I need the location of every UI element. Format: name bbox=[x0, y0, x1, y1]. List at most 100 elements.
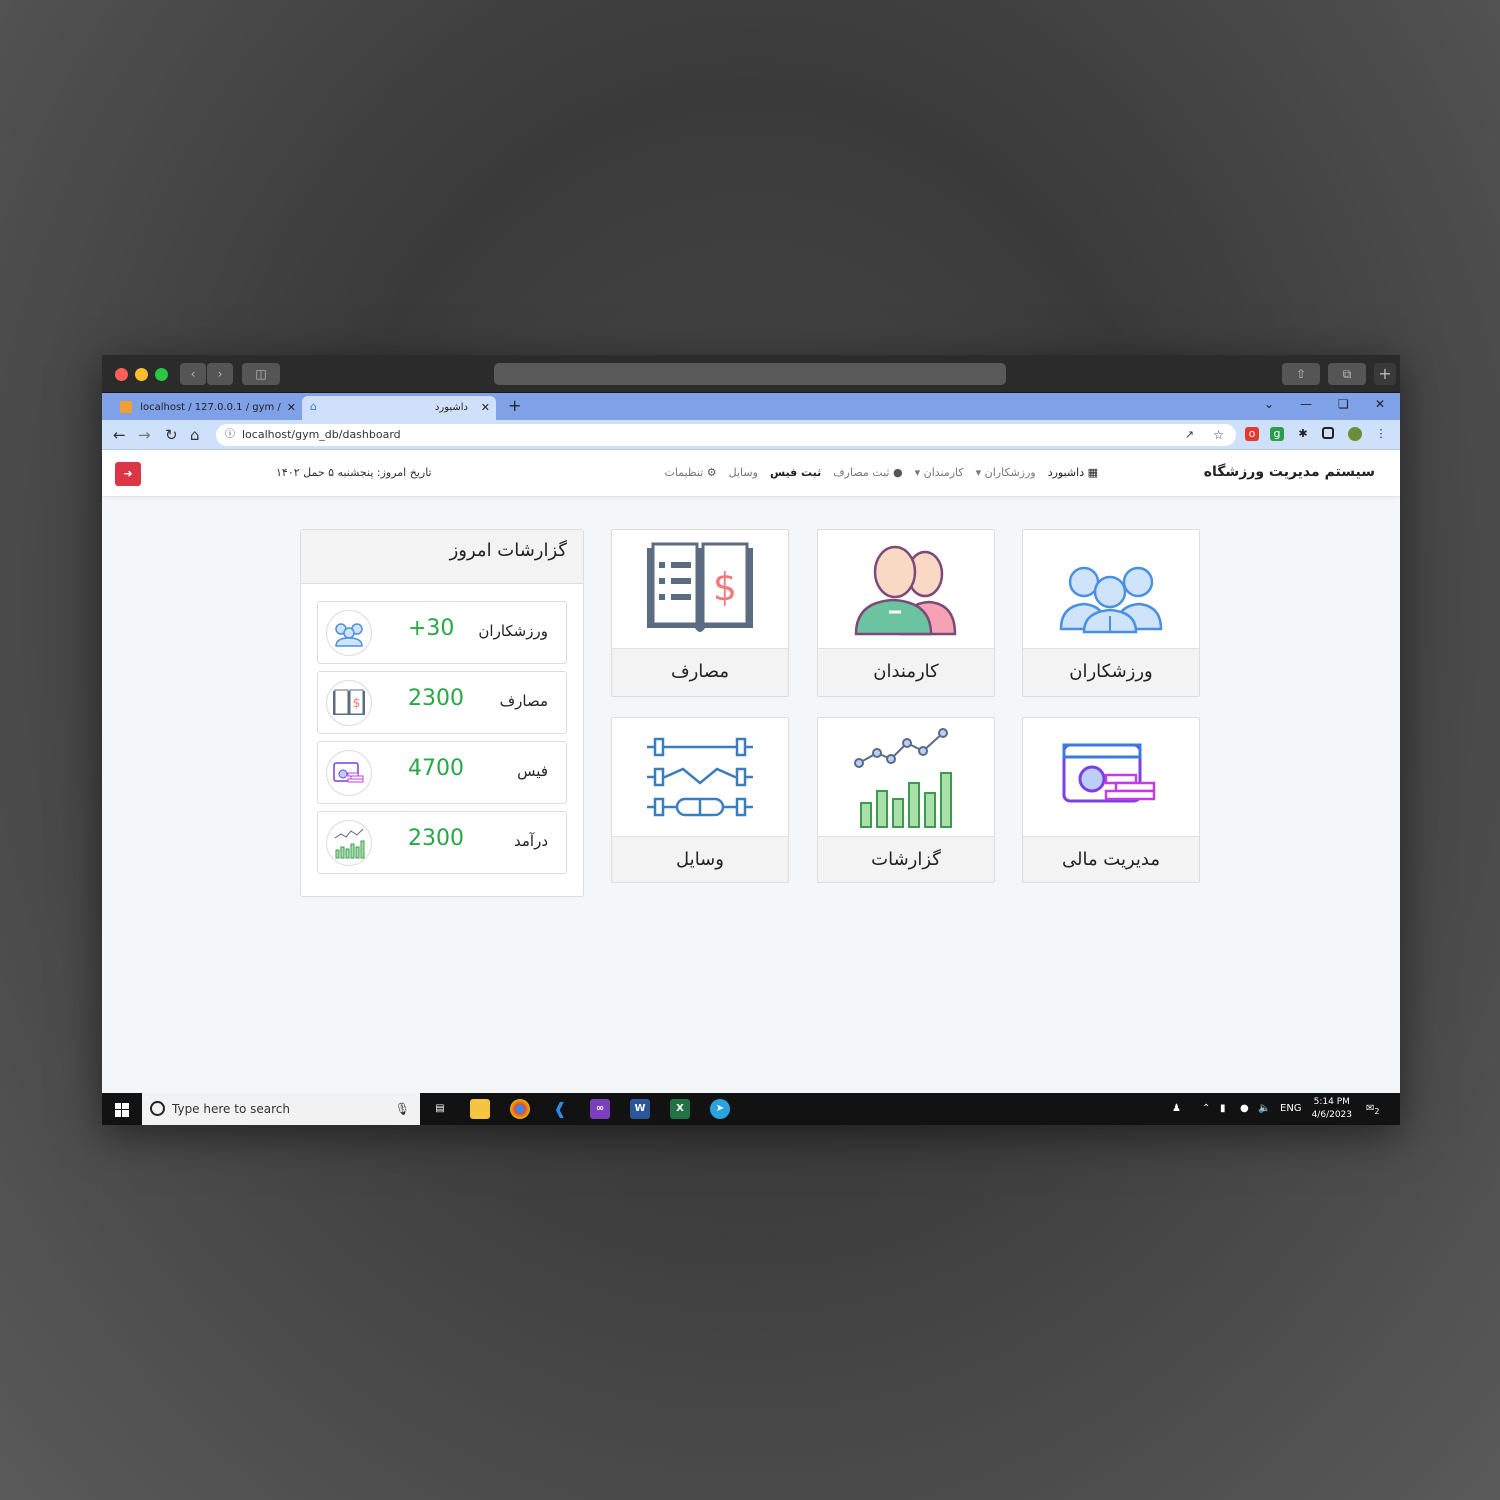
file-explorer-icon[interactable] bbox=[470, 1099, 490, 1119]
nav-expenses[interactable]: ● ثبت مصارف bbox=[833, 466, 902, 479]
word-icon[interactable]: W bbox=[630, 1099, 650, 1119]
back-arrow-icon[interactable]: ← bbox=[113, 426, 126, 444]
mac-address-bar[interactable] bbox=[494, 363, 1006, 385]
nav-employees[interactable]: کارمندان ▾ bbox=[915, 466, 964, 479]
athletes-group-icon bbox=[1023, 530, 1199, 649]
nav-settings-label: تنظیمات bbox=[664, 466, 704, 479]
site-info-icon[interactable]: ⓘ bbox=[225, 424, 235, 446]
profile-avatar[interactable] bbox=[1348, 427, 1362, 441]
finance-money-icon bbox=[1023, 718, 1199, 837]
tabs-overview-icon[interactable]: ⧉ bbox=[1328, 363, 1366, 385]
close-tab-icon[interactable]: ✕ bbox=[287, 396, 296, 420]
url-text: localhost/gym_db/dashboard bbox=[242, 428, 401, 441]
visual-studio-icon[interactable]: ∞ bbox=[590, 1099, 610, 1119]
search-placeholder: Type here to search bbox=[172, 1102, 290, 1116]
zoom-window-button[interactable] bbox=[155, 368, 168, 381]
report-title: گزارشات امروز bbox=[301, 530, 583, 584]
reload-icon[interactable]: ↻ bbox=[165, 426, 178, 444]
tab-search-icon[interactable]: ⌄ bbox=[1264, 397, 1274, 411]
report-row-value: +30 bbox=[408, 616, 455, 641]
tab-dashboard[interactable]: ⌂ داشبورد ✕ bbox=[302, 396, 496, 420]
side-panel-icon[interactable] bbox=[1322, 427, 1334, 439]
restore-icon[interactable]: ❏ bbox=[1338, 397, 1349, 411]
forward-arrow-icon[interactable]: → bbox=[138, 426, 151, 444]
extension-o-icon[interactable]: o bbox=[1245, 427, 1259, 441]
card-reports[interactable]: گزارشات bbox=[817, 717, 995, 883]
nav-settings[interactable]: ⚙ تنظیمات bbox=[664, 466, 716, 479]
employees-icon bbox=[818, 530, 994, 649]
report-row-label: درآمد bbox=[514, 832, 548, 850]
back-icon[interactable]: ‹ bbox=[180, 363, 206, 385]
card-equipment[interactable]: وسایل bbox=[611, 717, 789, 883]
vscode-icon[interactable]: ❰ bbox=[550, 1099, 570, 1119]
chevron-up-icon[interactable]: ⌃ bbox=[1202, 1093, 1210, 1125]
address-bar: ← → ↻ ⌂ ⓘ localhost/gym_db/dashboard ↗ ☆… bbox=[102, 420, 1400, 450]
card-finance-label: مدیریت مالی bbox=[1023, 837, 1199, 882]
caret-down-icon: ▾ bbox=[914, 466, 921, 479]
nav-athletes[interactable]: ورزشکاران ▾ bbox=[976, 466, 1036, 479]
nav-employees-label: کارمندان bbox=[923, 466, 964, 479]
telegram-icon[interactable]: ➤ bbox=[710, 1099, 730, 1119]
finance-money-icon bbox=[326, 750, 372, 796]
card-employees[interactable]: کارمندان bbox=[817, 529, 995, 697]
nav-dashboard[interactable]: ▦ داشبورد bbox=[1048, 466, 1098, 479]
extensions-puzzle-icon[interactable]: ✱ bbox=[1296, 427, 1310, 441]
close-icon[interactable]: ✕ bbox=[1375, 397, 1385, 411]
phpmyadmin-icon bbox=[120, 401, 132, 413]
extension-g-icon[interactable]: g bbox=[1270, 427, 1284, 441]
tab-phpmyadmin[interactable]: localhost / 127.0.0.1 / gym / use: ✕ bbox=[112, 396, 302, 437]
card-finance[interactable]: مدیریت مالی bbox=[1022, 717, 1200, 883]
report-row-expenses: مصارف 2300 $ bbox=[317, 671, 567, 734]
today-report-panel: گزارشات امروز ورزشکاران +30 مصارف 2300 $… bbox=[300, 529, 584, 897]
brand-title[interactable]: سیستم مدیریت ورزشگاه bbox=[1204, 464, 1375, 480]
excel-icon[interactable]: X bbox=[670, 1099, 690, 1119]
report-row-label: مصارف bbox=[499, 692, 548, 710]
people-icon[interactable]: ♟ bbox=[1172, 1093, 1181, 1125]
cortana-icon bbox=[150, 1101, 165, 1116]
gear-icon: ⚙ bbox=[706, 466, 717, 479]
taskbar-clock[interactable]: 5:14 PM 4/6/2023 bbox=[1312, 1096, 1352, 1122]
new-tab-button[interactable]: + bbox=[508, 396, 521, 415]
forward-icon[interactable]: › bbox=[207, 363, 233, 385]
nav-equipment[interactable]: وسایل bbox=[729, 466, 758, 479]
share-page-icon[interactable]: ↗ bbox=[1185, 424, 1194, 446]
nav-dashboard-label: داشبورد bbox=[1047, 466, 1085, 479]
nav-fees[interactable]: ثبت فیس bbox=[770, 466, 821, 479]
card-expenses-label: مصارف bbox=[612, 649, 788, 696]
url-input[interactable]: ⓘ localhost/gym_db/dashboard ↗ ☆ bbox=[216, 424, 1236, 446]
close-window-button[interactable] bbox=[115, 368, 128, 381]
report-row-fees: فیس 4700 bbox=[317, 741, 567, 804]
network-icon[interactable]: ● bbox=[1240, 1093, 1249, 1125]
svg-text:$: $ bbox=[713, 565, 737, 609]
nav-expenses-label: ثبت مصارف bbox=[833, 466, 890, 479]
tab-label: داشبورد bbox=[434, 402, 468, 413]
close-tab-icon[interactable]: ✕ bbox=[481, 396, 490, 420]
notification-center-icon[interactable]: ✉2 bbox=[1366, 1093, 1379, 1125]
minimize-window-button[interactable] bbox=[135, 368, 148, 381]
equipment-gym-icon bbox=[612, 718, 788, 837]
report-row-value: 2300 bbox=[408, 826, 464, 851]
home-icon: ⌂ bbox=[310, 400, 317, 413]
share-icon[interactable]: ⇧ bbox=[1282, 363, 1320, 385]
battery-icon[interactable]: ▮ bbox=[1220, 1093, 1226, 1125]
top-navbar: سیستم مدیریت ورزشگاه ▦ داشبورد ورزشکاران… bbox=[102, 451, 1400, 497]
card-athletes[interactable]: ورزشکاران bbox=[1022, 529, 1200, 697]
language-indicator[interactable]: ENG bbox=[1280, 1093, 1302, 1125]
sidebar-icon[interactable]: ◫ bbox=[242, 363, 280, 385]
windows-start-icon[interactable] bbox=[115, 1102, 129, 1117]
volume-icon[interactable]: 🔈 bbox=[1258, 1093, 1270, 1125]
task-view-icon[interactable]: ▤ bbox=[430, 1099, 450, 1119]
card-expenses[interactable]: $ مصارف bbox=[611, 529, 789, 697]
reports-chart-icon bbox=[818, 718, 994, 837]
microphone-icon[interactable]: 🎙 bbox=[395, 1093, 410, 1125]
report-row-income: درآمد 2300 bbox=[317, 811, 567, 874]
logout-button[interactable]: ➜ bbox=[115, 462, 141, 486]
chrome-icon[interactable] bbox=[510, 1099, 530, 1119]
new-tab-icon[interactable]: + bbox=[1374, 363, 1396, 385]
reports-chart-icon bbox=[326, 820, 372, 866]
home-button-icon[interactable]: ⌂ bbox=[190, 426, 200, 444]
menu-dots-icon[interactable]: ⋮ bbox=[1374, 427, 1388, 441]
taskbar-search-input[interactable]: Type here to search 🎙 bbox=[142, 1093, 420, 1125]
bookmark-star-icon[interactable]: ☆ bbox=[1213, 424, 1224, 446]
minimize-icon[interactable]: — bbox=[1300, 397, 1312, 411]
